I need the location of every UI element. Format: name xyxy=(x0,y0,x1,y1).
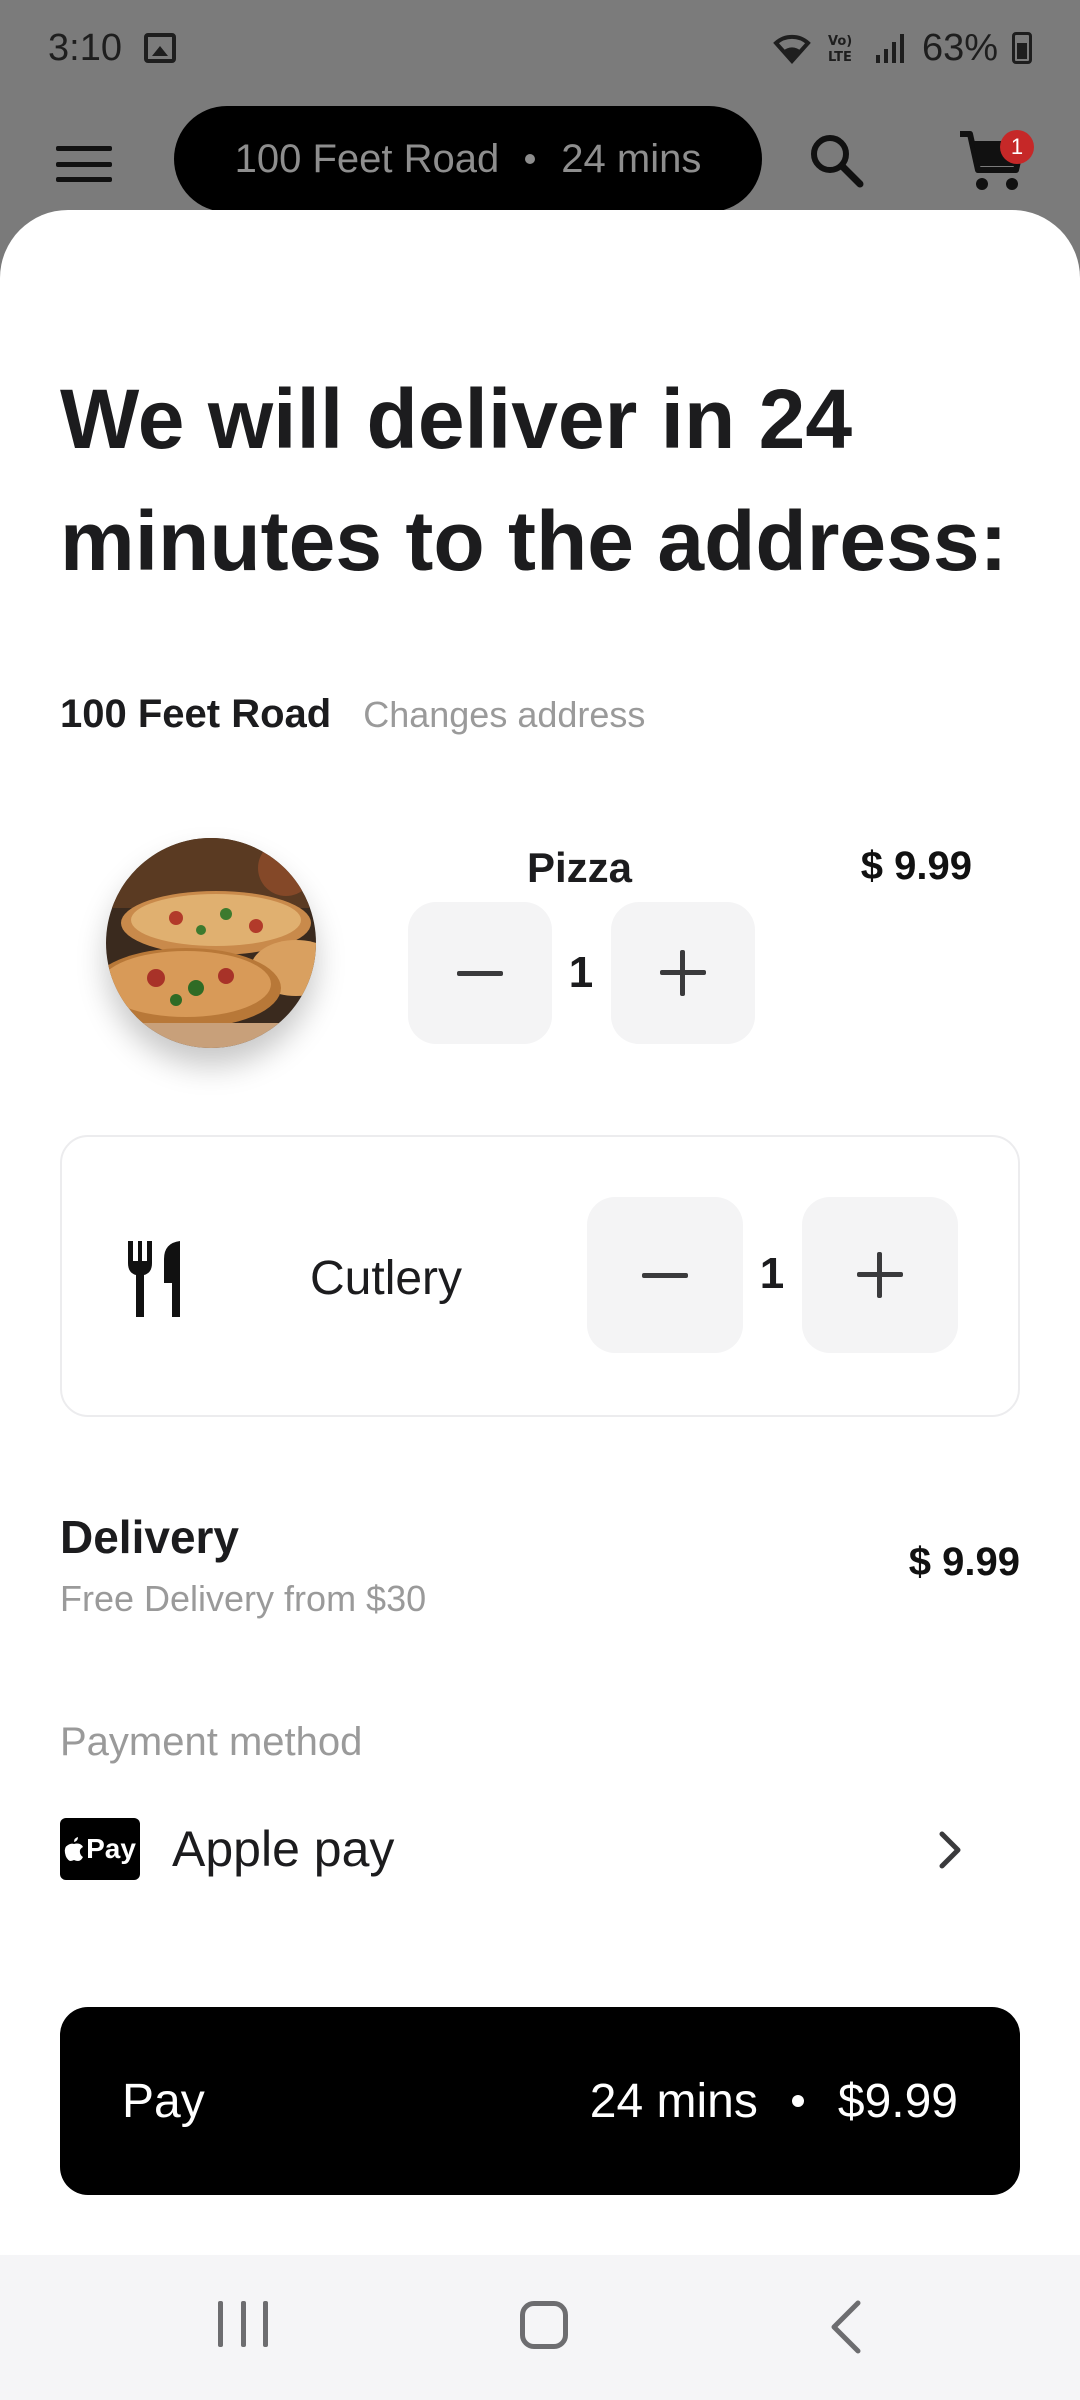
item-name: Pizza xyxy=(527,844,633,891)
cutlery-icon xyxy=(128,1241,180,1317)
pill-eta: 24 mins xyxy=(561,136,702,181)
item-quantity: 1 xyxy=(568,948,594,997)
payment-method-name[interactable]: Apple pay xyxy=(172,1818,394,1880)
pay-button[interactable]: Pay 24 mins $9.99 xyxy=(60,2007,1020,2195)
delivery-title: Delivery xyxy=(60,1511,240,1563)
top-bar: 100 Feet Road 24 mins 1 xyxy=(0,106,1080,216)
payment-method-label: Payment method xyxy=(60,1720,363,1764)
checkout-sheet: We will deliver in 24 minutes to the add… xyxy=(0,210,1080,2255)
minus-icon xyxy=(642,1272,688,1278)
volte-icon: Vo) LTE xyxy=(828,34,852,65)
menu-icon[interactable] xyxy=(56,146,112,182)
status-bar: 3:10 Vo) LTE 63% xyxy=(0,0,1080,96)
plus-icon xyxy=(660,950,706,996)
battery-percent: 63% xyxy=(921,26,998,69)
plus-icon xyxy=(857,1252,903,1298)
address-row: 100 Feet Road Changes address xyxy=(60,692,645,737)
address-pill[interactable]: 100 Feet Road 24 mins xyxy=(174,106,762,212)
item-increase-button[interactable] xyxy=(611,902,755,1044)
signal-icon xyxy=(875,34,904,63)
wifi-icon xyxy=(773,34,811,65)
cart-badge: 1 xyxy=(1000,130,1034,164)
cutlery-decrease-button[interactable] xyxy=(587,1197,743,1353)
home-icon[interactable] xyxy=(520,2301,568,2349)
apple-icon xyxy=(64,1837,84,1861)
cutlery-increase-button[interactable] xyxy=(802,1197,958,1353)
background-app: 3:10 Vo) LTE 63% 100 Feet Road 24 mins 1 xyxy=(0,0,1080,230)
pay-button-eta: 24 mins xyxy=(589,2074,758,2128)
pizza-image xyxy=(106,838,316,1048)
pay-button-label: Pay xyxy=(122,2074,205,2128)
pay-button-total: $9.99 xyxy=(837,2074,958,2128)
cutlery-label: Cutlery xyxy=(310,1252,463,1305)
svg-text:Vo): Vo) xyxy=(828,34,852,49)
address-name: 100 Feet Road xyxy=(60,692,332,736)
delivery-subtitle: Free Delivery from $30 xyxy=(60,1578,427,1619)
apple-pay-badge-text: Pay xyxy=(86,1833,136,1864)
cutlery-quantity: 1 xyxy=(759,1249,785,1298)
chevron-right-icon[interactable] xyxy=(930,1830,970,1870)
system-nav-bar xyxy=(0,2255,1080,2400)
image-icon xyxy=(143,33,176,63)
svg-text:LTE: LTE xyxy=(828,50,852,65)
separator-dot xyxy=(525,154,536,164)
apple-pay-logo: Pay xyxy=(60,1818,140,1880)
cutlery-card: Cutlery 1 xyxy=(60,1135,1020,1417)
battery-icon xyxy=(1012,32,1032,64)
minus-icon xyxy=(457,970,503,976)
item-price: $ 9.99 xyxy=(860,844,972,888)
back-icon[interactable] xyxy=(826,2299,866,2355)
page-title: We will deliver in 24 minutes to the add… xyxy=(60,372,1008,588)
recent-apps-icon[interactable] xyxy=(218,2301,268,2351)
search-icon[interactable] xyxy=(808,132,864,188)
status-right: Vo) LTE 63% xyxy=(772,27,1032,70)
item-decrease-button[interactable] xyxy=(408,902,552,1044)
change-address-link[interactable]: Changes address xyxy=(363,694,645,736)
status-time: 3:10 xyxy=(48,26,122,69)
delivery-price: $ 9.99 xyxy=(908,1540,1020,1584)
separator-dot xyxy=(791,2095,804,2107)
pill-address: 100 Feet Road xyxy=(234,136,500,181)
pay-button-summary: 24 mins $9.99 xyxy=(590,2074,958,2129)
